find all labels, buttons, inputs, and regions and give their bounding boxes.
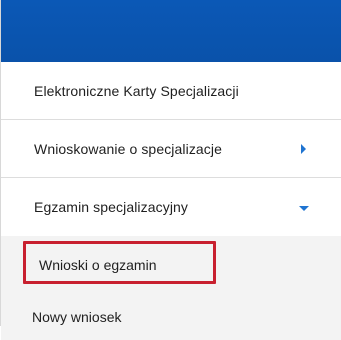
menu-item-label: Wnioskowanie o specjalizacje: [34, 140, 222, 157]
menu-item-wnioskowanie[interactable]: Wnioskowanie o specjalizacje: [1, 120, 341, 178]
menu-item-egzamin[interactable]: Egzamin specjalizacyjny: [1, 178, 341, 236]
submenu-item-label: Wnioski o egzamin: [39, 256, 157, 273]
submenu-item-wnioski-o-egzamin[interactable]: Wnioski o egzamin: [1, 236, 341, 293]
submenu-item-nowy-wniosek[interactable]: Nowy wniosek: [1, 293, 341, 340]
header-bar: [1, 0, 341, 62]
menu-item-label: Egzamin specjalizacyjny: [34, 199, 189, 215]
submenu-egzamin: Wnioski o egzamin Nowy wniosek: [1, 236, 341, 340]
chevron-down-icon: [299, 206, 309, 211]
menu-item-label: Elektroniczne Karty Specjalizacji: [34, 82, 239, 99]
menu-item-elektroniczne-karty[interactable]: Elektroniczne Karty Specjalizacji: [1, 62, 341, 120]
chevron-right-icon: [301, 143, 306, 154]
side-navigation: Elektroniczne Karty Specjalizacji Wniosk…: [0, 0, 341, 340]
submenu-item-label: Nowy wniosek: [32, 308, 122, 325]
